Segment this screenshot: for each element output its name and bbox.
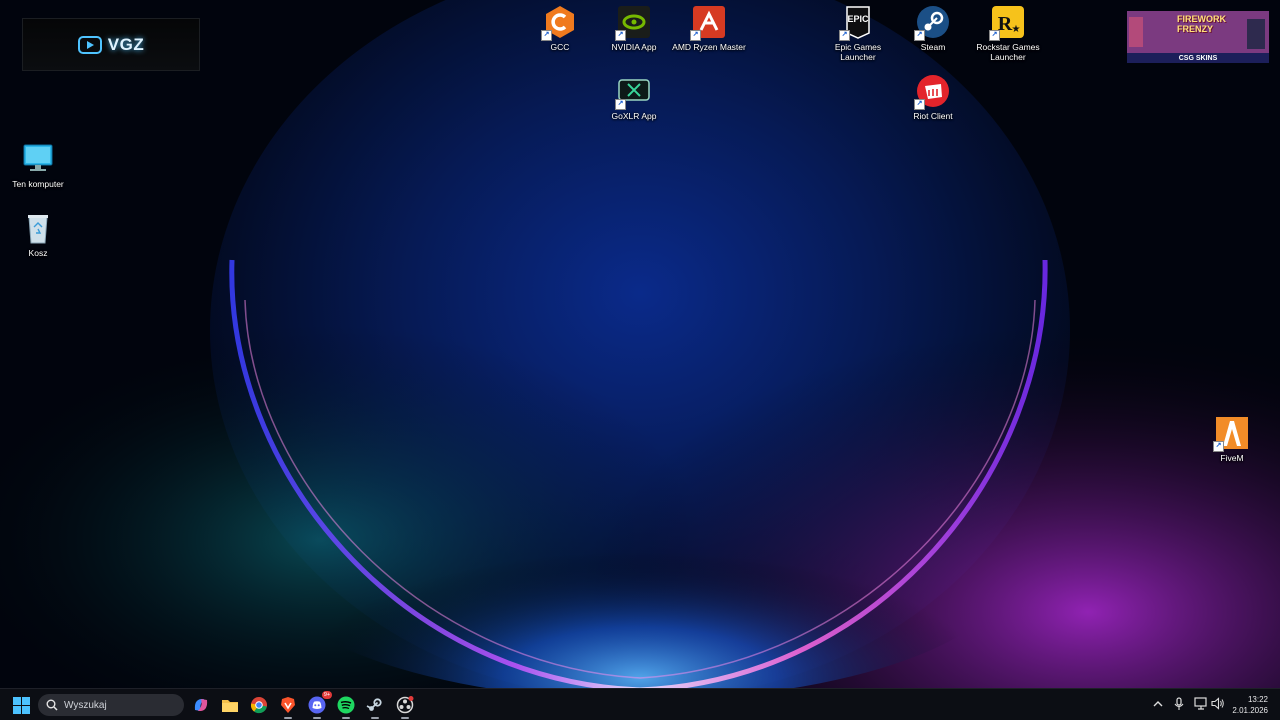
icon-label: Ten komputer [12,179,64,189]
steam-icon: ↗ [914,5,950,41]
search-box[interactable]: Wyszukaj [38,694,184,716]
brave-icon [281,697,295,713]
amd-ryzen-master-shortcut[interactable]: ↗ AMD Ryzen Master [671,5,747,52]
copilot-icon [194,699,208,711]
recycle-bin-item[interactable]: Kosz [0,211,76,258]
microphone-button[interactable] [1173,697,1185,716]
file-explorer-button[interactable] [218,693,242,717]
computer-icon [21,142,55,176]
search-icon [46,699,58,711]
taskbar: Wyszukaj 9+ 13:22 2.01.2026 [0,688,1280,720]
svg-text:EPIC: EPIC [847,14,869,24]
csg-brand: CSG SKINS [1178,55,1218,62]
microphone-icon [1174,697,1184,710]
clock-date: 2.01.2026 [1232,706,1268,715]
nvidia-app-shortcut[interactable]: ↗ NVIDIA App [596,5,672,52]
spotify-icon [337,696,355,714]
icon-label: Riot Client [913,111,953,121]
speaker-icon [1211,697,1224,710]
show-hidden-icons-button[interactable] [1152,697,1164,715]
vgz-logo: VGZ [77,34,145,55]
vgz-widget[interactable]: VGZ [22,18,200,71]
goxlr-app-shortcut[interactable]: ↗ GoXLR App [596,74,672,121]
svg-text:R: R [998,13,1013,35]
icon-label: Rockstar Games Launcher [976,42,1040,62]
riot-client-shortcut[interactable]: ↗ Riot Client [895,74,971,121]
rockstar-launcher-shortcut[interactable]: R ★ ↗ Rockstar Games Launcher [970,5,1046,62]
start-button[interactable] [9,693,33,717]
obs-icon [396,696,414,714]
nvidia-icon: ↗ [615,5,651,41]
csg-title: FIREWORK FRENZY [1177,14,1226,34]
discord-icon [308,696,326,714]
steam-icon [366,698,382,711]
discord-notification-badge: 9+ [322,691,332,699]
goxlr-icon: ↗ [615,74,651,110]
icon-label: Kosz [28,248,48,258]
vgz-text: VGZ [107,34,145,54]
network-icon [1194,697,1207,710]
steam-taskbar-button[interactable] [363,693,387,719]
clock-time: 13:22 [1247,695,1268,704]
epic-games-shortcut[interactable]: EPIC ↗ Epic Games Launcher [820,5,896,62]
volume-button[interactable] [1211,697,1225,715]
amd-ryzen-icon: ↗ [690,5,726,41]
discord-button[interactable]: 9+ [305,691,332,719]
chevron-up-icon [1153,701,1163,707]
icon-label: Steam [920,42,946,52]
this-pc-icon-item[interactable]: Ten komputer [0,142,76,189]
rockstar-icon: R ★ ↗ [989,5,1025,41]
windows-logo-icon [12,696,30,714]
icon-label: FiveM [1220,453,1244,463]
recycle-bin-icon [21,211,55,245]
gcc-icon: ↗ [541,5,577,41]
csg-skins-widget[interactable]: FIREWORK FRENZY CSG SKINS [1127,11,1269,63]
brave-button[interactable] [276,693,300,719]
clock[interactable]: 13:22 2.01.2026 [1232,694,1268,716]
icon-label: GoXLR App [611,111,657,121]
steam-shortcut[interactable]: ↗ Steam [895,5,971,52]
fivem-shortcut[interactable]: ↗ FiveM [1194,416,1270,463]
fivem-icon: ↗ [1213,416,1249,452]
spotify-button[interactable] [334,693,358,719]
icon-label: AMD Ryzen Master [672,42,746,52]
network-button[interactable] [1194,697,1208,715]
chrome-button[interactable] [247,693,271,717]
folder-icon [222,700,238,712]
icon-label: Epic Games Launcher [834,42,882,62]
svg-text:★: ★ [1012,24,1021,35]
icon-label: GCC [550,42,570,52]
chrome-icon [251,697,267,714]
riot-client-icon: ↗ [914,74,950,110]
obs-button[interactable] [393,693,417,719]
search-placeholder: Wyszukaj [64,699,107,711]
copilot-button[interactable] [189,693,213,717]
icon-label: NVIDIA App [611,42,657,52]
epic-games-icon: EPIC ↗ [839,5,875,41]
play-icon [77,35,102,54]
gcc-shortcut[interactable]: ↗ GCC [522,5,598,52]
